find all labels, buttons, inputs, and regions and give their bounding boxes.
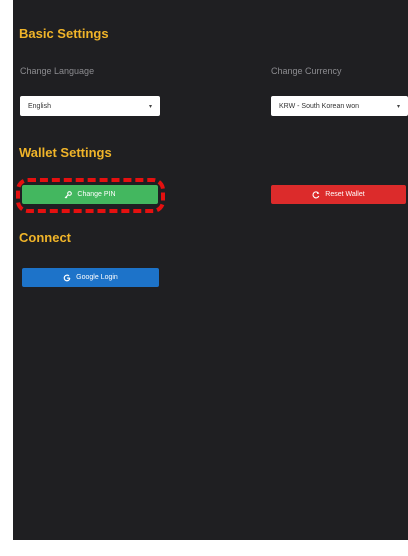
chevron-down-icon: ▾ <box>396 103 400 110</box>
connect-title: Connect <box>19 230 71 245</box>
change-pin-button[interactable]: Change PIN <box>22 185 158 204</box>
reset-wallet-button[interactable]: Reset Wallet <box>271 185 406 204</box>
reset-wallet-label: Reset Wallet <box>325 191 365 198</box>
google-login-button[interactable]: Google Login <box>22 268 159 287</box>
language-select[interactable]: English ▾ <box>20 96 160 116</box>
google-icon <box>63 274 71 282</box>
refresh-icon <box>312 190 320 199</box>
language-select-value: English <box>28 102 51 110</box>
change-pin-label: Change PIN <box>77 191 116 198</box>
chevron-down-icon: ▾ <box>148 103 152 110</box>
basic-settings-title: Basic Settings <box>19 26 109 41</box>
wallet-settings-title: Wallet Settings <box>19 145 112 160</box>
key-icon <box>64 190 73 199</box>
change-currency-label: Change Currency <box>271 66 342 76</box>
google-login-label: Google Login <box>76 274 118 281</box>
currency-select[interactable]: KRW - South Korean won ▾ <box>271 96 408 116</box>
currency-select-value: KRW - South Korean won <box>279 102 360 110</box>
settings-panel: Basic Settings Change Language English ▾… <box>13 0 408 540</box>
change-language-label: Change Language <box>20 66 95 76</box>
